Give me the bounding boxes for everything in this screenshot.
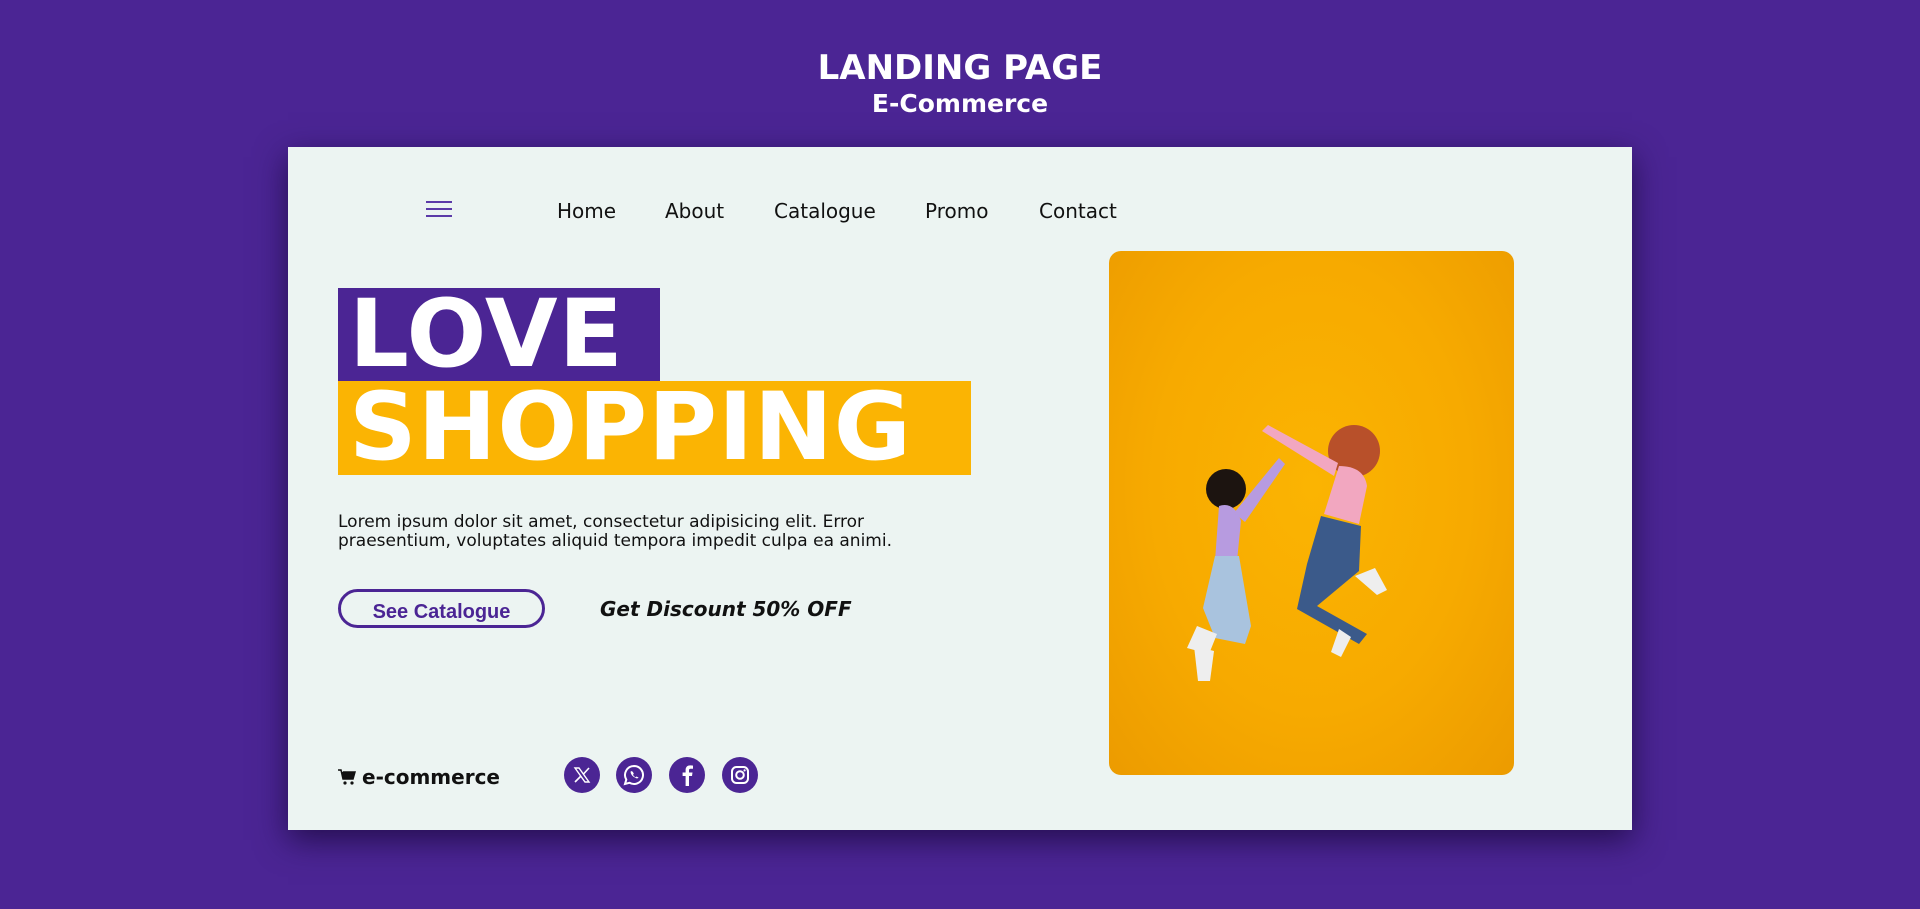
nav-about[interactable]: About — [665, 199, 724, 223]
whatsapp-icon[interactable] — [616, 757, 652, 793]
nav-home[interactable]: Home — [557, 199, 616, 223]
discount-text: Get Discount 50% OFF — [600, 597, 852, 621]
see-catalogue-button[interactable]: See Catalogue — [338, 589, 545, 628]
headline-shopping: SHOPPING — [338, 381, 971, 475]
facebook-icon[interactable] — [669, 757, 705, 793]
hamburger-icon[interactable] — [426, 201, 452, 217]
headline-love: LOVE — [338, 288, 660, 382]
brand-name: e-commerce — [362, 765, 500, 789]
nav-catalogue[interactable]: Catalogue — [774, 199, 876, 223]
hero-description: Lorem ipsum dolor sit amet, consectetur … — [338, 512, 892, 551]
page-subtitle: E-Commerce — [871, 89, 1049, 118]
x-icon[interactable] — [564, 757, 600, 793]
cart-icon — [338, 769, 356, 785]
brand: e-commerce — [338, 765, 500, 789]
nav-promo[interactable]: Promo — [925, 199, 988, 223]
instagram-icon[interactable] — [722, 757, 758, 793]
page-title: LANDING PAGE — [817, 48, 1103, 88]
jumping-friends-illustration — [1187, 425, 1387, 681]
hero-image — [1109, 251, 1514, 775]
landing-card: Home About Catalogue Promo Contact LOVE … — [288, 147, 1632, 830]
nav-contact[interactable]: Contact — [1039, 199, 1117, 223]
